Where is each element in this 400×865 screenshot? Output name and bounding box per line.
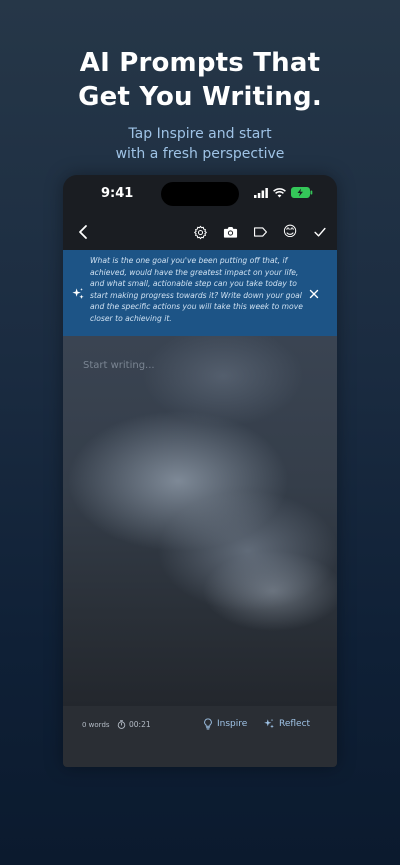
headline-line-2: Get You Writing.: [78, 82, 322, 112]
chevron-left-icon: [79, 225, 87, 239]
gear-icon: [193, 225, 207, 239]
editor-toolbar: 😊: [63, 217, 337, 247]
tag-button[interactable]: [249, 221, 271, 243]
inspire-label: Inspire: [217, 719, 248, 729]
close-icon: [309, 289, 319, 299]
status-time: 9:41: [101, 186, 134, 201]
reflect-button[interactable]: Reflect: [263, 718, 310, 730]
stopwatch-icon: [117, 720, 126, 729]
reflect-label: Reflect: [279, 719, 311, 729]
keyboard-area: [63, 746, 337, 767]
back-button[interactable]: [73, 221, 95, 243]
journal-editor[interactable]: Start writing...: [63, 336, 337, 706]
status-bar: 9:41: [63, 175, 337, 213]
subhead-line-2: with a fresh perspective: [115, 146, 285, 162]
ai-prompt-banner: What is the one goal you've been putting…: [63, 250, 337, 336]
subhead-line-1: Tap Inspire and start: [128, 126, 272, 142]
editor-footer: 0 words 00:21 Inspire Reflect: [63, 706, 337, 746]
lightbulb-icon: [204, 718, 212, 730]
mood-button[interactable]: 😊: [279, 221, 301, 243]
battery-charging-icon: [291, 187, 313, 198]
cellular-signal-icon: [254, 187, 268, 198]
emoji-icon: 😊: [282, 224, 298, 240]
status-icons: [254, 187, 313, 198]
sparkle-icon: [264, 718, 274, 729]
headline: AI Prompts That Get You Writing.: [0, 46, 400, 114]
tag-icon: [253, 227, 267, 237]
inspire-button[interactable]: Inspire: [203, 718, 247, 730]
prompt-sparkle: [71, 286, 85, 300]
dynamic-island: [161, 182, 239, 206]
camera-icon: [223, 227, 237, 238]
sparkle-icon: [72, 288, 84, 299]
phone-frame: 9:41 😊 What is the one goal you've been …: [63, 175, 337, 767]
writing-timer: 00:21: [117, 720, 151, 729]
camera-button[interactable]: [219, 221, 241, 243]
editor-placeholder: Start writing...: [83, 360, 155, 371]
word-count: 0 words: [82, 721, 110, 729]
settings-button[interactable]: [189, 221, 211, 243]
done-button[interactable]: [309, 221, 331, 243]
subhead: Tap Inspire and start with a fresh persp…: [0, 124, 400, 164]
timer-value: 00:21: [129, 720, 151, 729]
wifi-icon: [273, 187, 286, 197]
headline-line-1: AI Prompts That: [79, 48, 321, 78]
prompt-text: What is the one goal you've been putting…: [90, 256, 303, 323]
checkmark-icon: [314, 227, 326, 237]
prompt-close-button[interactable]: [307, 286, 321, 300]
